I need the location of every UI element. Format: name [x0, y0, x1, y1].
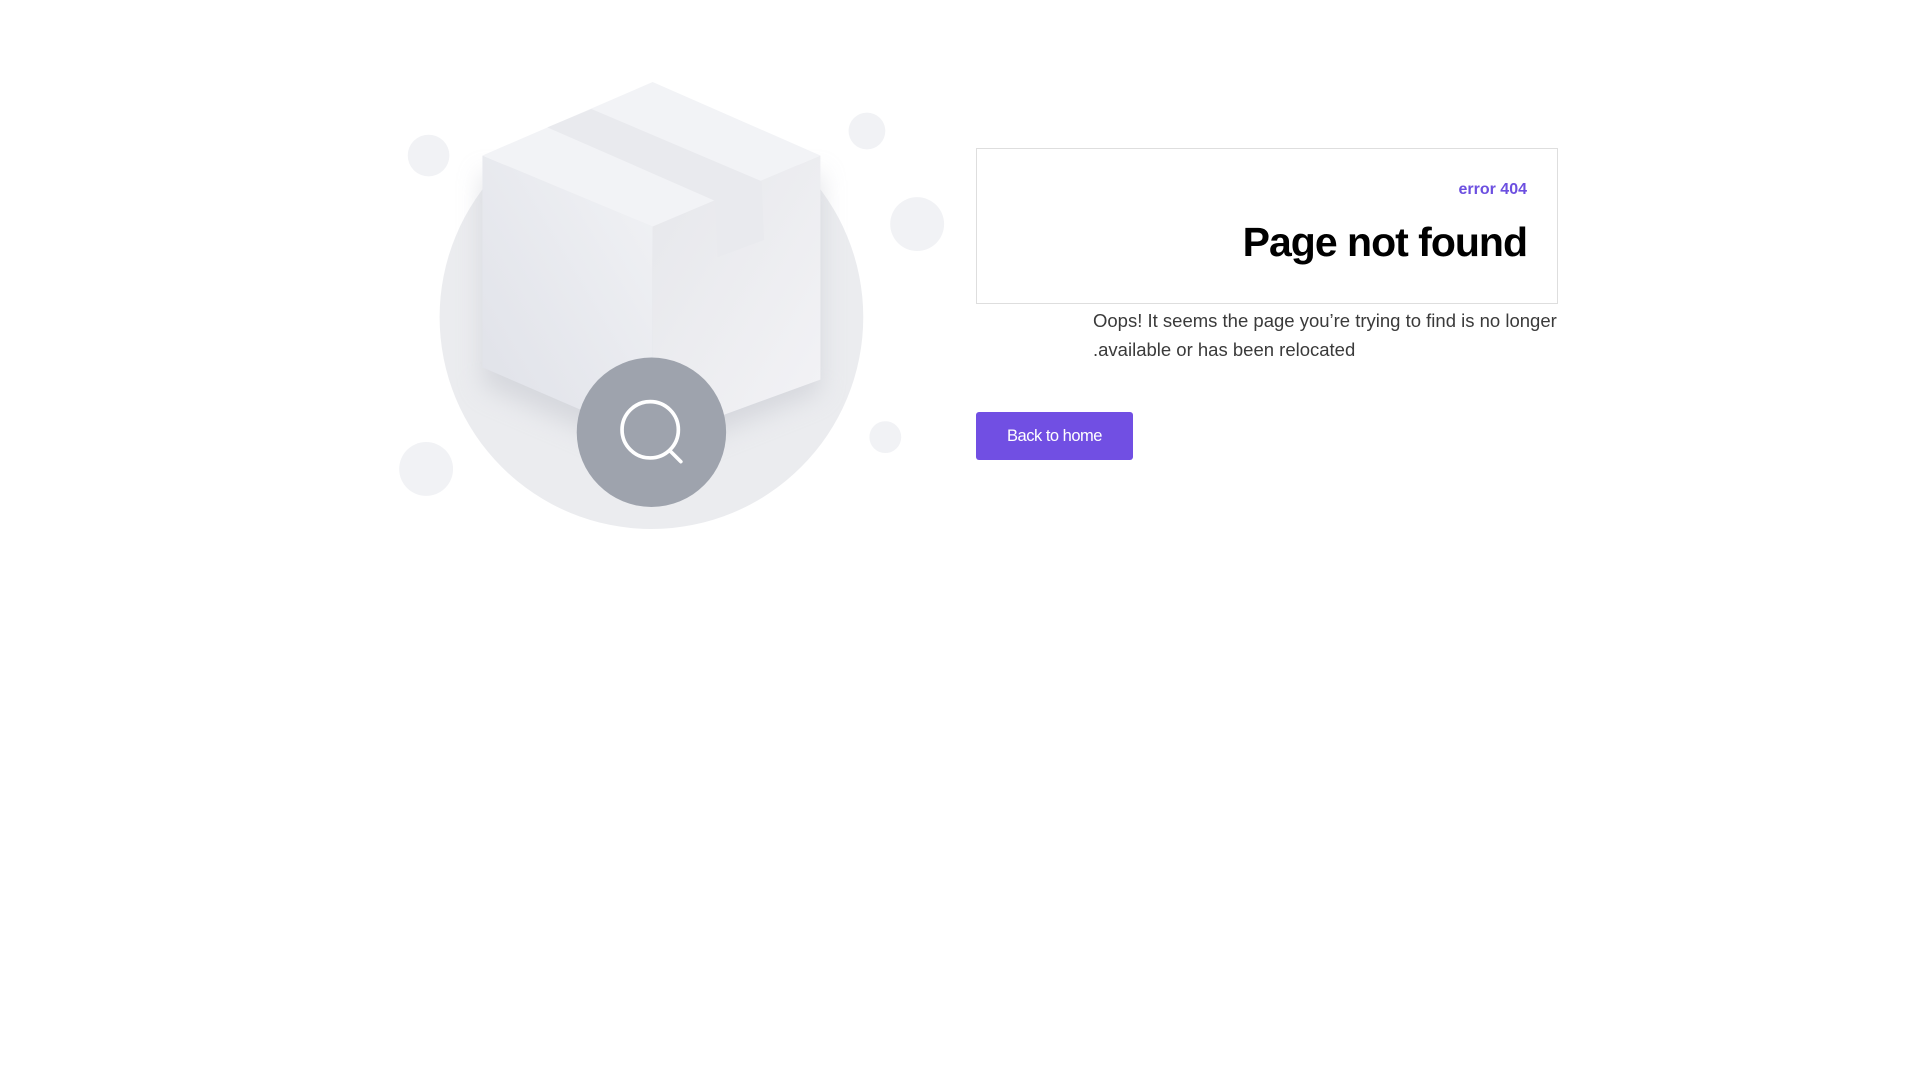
decor-dot [407, 134, 450, 177]
decor-dot [890, 197, 945, 252]
page-title: Page not found [1242, 219, 1528, 265]
error-message-line-2: .available or has been relocated [1093, 339, 1356, 360]
decor-dot [869, 421, 902, 454]
back-to-home-button[interactable]: Back to home [976, 412, 1133, 460]
error-message: Oops! It seems the page you’re trying to… [1093, 306, 1563, 364]
empty-box-illustration [399, 82, 945, 529]
search-badge [576, 357, 727, 507]
decor-dot [848, 112, 886, 150]
decor-dot [399, 442, 454, 496]
error-code: error 404 [1458, 181, 1528, 198]
error-card: error 404 Page not found [976, 148, 1558, 304]
error-message-line-1: Oops! It seems the page you’re trying to… [1093, 310, 1557, 331]
